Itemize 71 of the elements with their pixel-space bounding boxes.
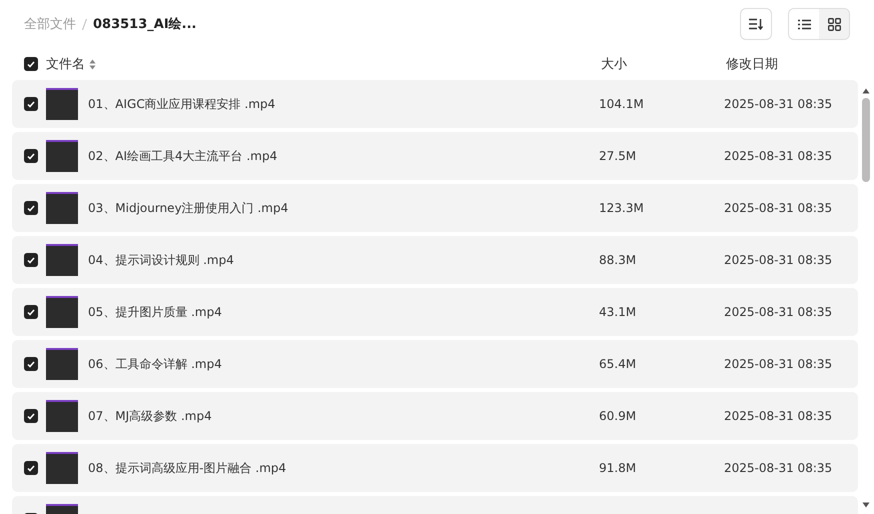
file-size: 27.5M bbox=[599, 149, 638, 163]
file-name: 01、AIGC商业应用课程安排 .mp4 bbox=[88, 96, 276, 112]
file-name: 06、工具命令详解 .mp4 bbox=[88, 356, 223, 372]
file-size: 88.3M bbox=[599, 253, 638, 267]
file-row[interactable]: 03、Midjourney注册使用入门 .mp4 123.3M 2025-08-31 08:35 bbox=[12, 184, 858, 232]
row-checkbox[interactable] bbox=[24, 201, 38, 215]
file-row[interactable]: 01、AIGC商业应用课程安排 .mp4 104.1M 2025-08-31 08:35 bbox=[12, 80, 858, 128]
modified-date: 2025-08-31 08:35 bbox=[724, 201, 832, 215]
video-thumbnail bbox=[46, 88, 78, 120]
list-view-button[interactable] bbox=[789, 9, 819, 39]
file-size: 43.1M bbox=[599, 305, 638, 319]
check-icon bbox=[27, 464, 35, 472]
list-icon bbox=[798, 18, 810, 30]
file-name: 05、提升图片质量 .mp4 bbox=[88, 304, 223, 320]
select-all-checkbox[interactable] bbox=[24, 57, 38, 71]
file-row[interactable]: 02、AI绘画工具4大主流平台 .mp4 27.5M 2025-08-31 08:35 bbox=[12, 132, 858, 180]
file-name: 08、提示词高级应用-图片融合 .mp4 bbox=[88, 460, 288, 476]
file-name: 02、AI绘画工具4大主流平台 .mp4 bbox=[88, 148, 278, 164]
column-header: 大小 bbox=[601, 56, 628, 73]
video-thumbnail bbox=[46, 452, 78, 484]
check-icon bbox=[27, 308, 35, 316]
modified-date: 2025-08-31 08:35 bbox=[724, 149, 832, 163]
modified-date: 2025-08-31 08:35 bbox=[724, 253, 832, 267]
sort-icon bbox=[749, 18, 763, 30]
column-header: 修改日期 bbox=[726, 56, 778, 73]
check-icon bbox=[27, 60, 35, 68]
file-name: 07、MJ高级参数 .mp4 bbox=[88, 408, 213, 424]
row-checkbox[interactable] bbox=[24, 253, 38, 267]
file-row[interactable]: 08、提示词高级应用-图片融合 .mp4 91.8M 2025-08-31 08:35 bbox=[12, 444, 858, 492]
modified-date: 2025-08-31 08:35 bbox=[724, 409, 832, 423]
file-row[interactable]: 05、提升图片质量 .mp4 43.1M 2025-08-31 08:35 bbox=[12, 288, 858, 336]
video-thumbnail bbox=[46, 244, 78, 276]
row-checkbox[interactable] bbox=[24, 409, 38, 423]
scroll-down-icon[interactable] bbox=[862, 502, 870, 508]
file-size: 104.1M bbox=[599, 97, 645, 111]
file-row[interactable]: 04、提示词设计规则 .mp4 88.3M 2025-08-31 08:35 bbox=[12, 236, 858, 284]
sort-button[interactable] bbox=[740, 8, 772, 40]
file-size: 65.4M bbox=[599, 357, 638, 371]
breadcrumb-item: 083513_AI绘... bbox=[93, 16, 196, 33]
check-icon bbox=[27, 204, 35, 212]
check-icon bbox=[27, 412, 35, 420]
file-row[interactable]: 07、MJ高级参数 .mp4 60.9M 2025-08-31 08:35 bbox=[12, 392, 858, 440]
grid-icon bbox=[828, 18, 840, 30]
scroll-up-icon[interactable] bbox=[862, 88, 870, 94]
file-name: 03、Midjourney注册使用入门 .mp4 bbox=[88, 200, 290, 216]
modified-date: 2025-08-31 08:35 bbox=[724, 305, 832, 319]
file-size: 123.3M bbox=[599, 201, 645, 215]
check-icon bbox=[27, 256, 35, 264]
file-row[interactable]: 06、工具命令详解 .mp4 65.4M 2025-08-31 08:35 bbox=[12, 340, 858, 388]
check-icon bbox=[27, 360, 35, 368]
check-icon bbox=[27, 152, 35, 160]
file-name: 04、提示词设计规则 .mp4 bbox=[88, 252, 235, 268]
video-thumbnail bbox=[46, 296, 78, 328]
file-size: 91.8M bbox=[599, 461, 638, 475]
video-thumbnail bbox=[46, 400, 78, 432]
row-checkbox[interactable] bbox=[24, 149, 38, 163]
row-checkbox[interactable] bbox=[24, 461, 38, 475]
video-thumbnail bbox=[46, 348, 78, 380]
video-thumbnail bbox=[46, 192, 78, 224]
column-header[interactable]: 文件名 bbox=[46, 55, 85, 73]
file-size: 60.9M bbox=[599, 409, 638, 423]
row-checkbox[interactable] bbox=[24, 305, 38, 319]
modified-date: 2025-08-31 08:35 bbox=[724, 97, 832, 111]
row-checkbox[interactable] bbox=[24, 97, 38, 111]
modified-date: 2025-08-31 08:35 bbox=[724, 461, 832, 475]
check-icon bbox=[27, 100, 35, 108]
scrollbar-thumb[interactable] bbox=[862, 98, 870, 182]
video-thumbnail bbox=[46, 140, 78, 172]
modified-date: 2025-08-31 08:35 bbox=[724, 357, 832, 371]
sort-arrows-icon[interactable] bbox=[89, 58, 96, 70]
row-checkbox[interactable] bbox=[24, 357, 38, 371]
